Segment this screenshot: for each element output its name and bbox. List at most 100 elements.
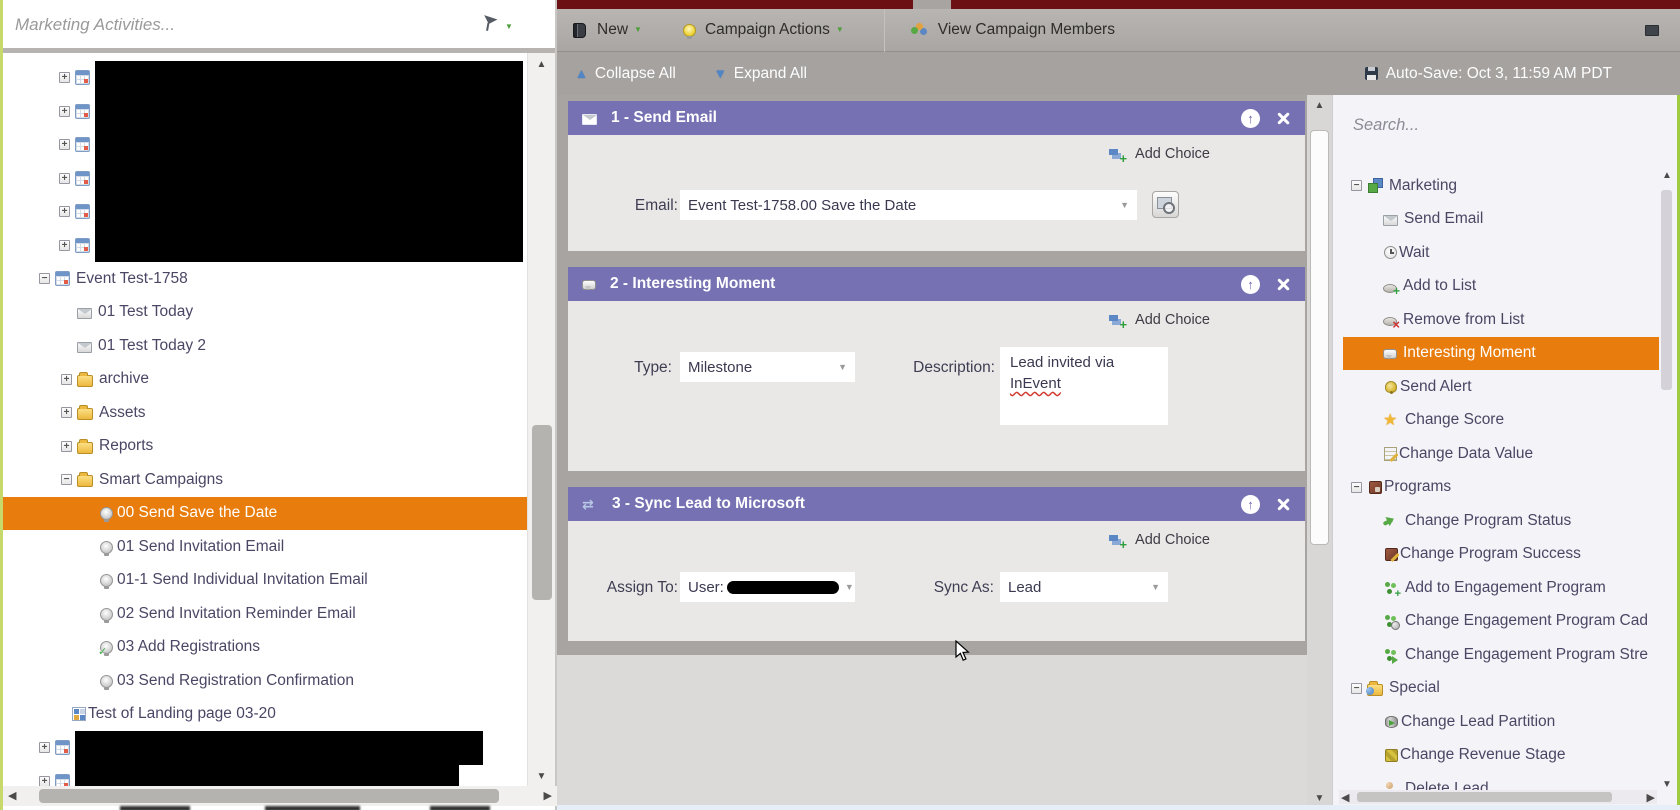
scroll-down-arrow-icon[interactable]: ▼ bbox=[1660, 779, 1674, 790]
tree-item-send-email[interactable]: Send Email bbox=[1343, 203, 1659, 237]
sync-select[interactable]: Lead ▼ bbox=[1000, 572, 1168, 602]
palette-hscroll-thumb[interactable] bbox=[1357, 792, 1612, 802]
tree-item-change-program-status[interactable]: Change Program Status bbox=[1343, 504, 1659, 538]
plus-expander-icon[interactable]: + bbox=[61, 440, 72, 452]
tree-item-reports[interactable]: + Reports bbox=[3, 430, 527, 464]
tree-item-add-to-engagement-program[interactable]: Add to Engagement Program bbox=[1343, 571, 1659, 605]
tree-item-redacted[interactable]: + bbox=[3, 195, 527, 229]
tree-item-special[interactable]: − Special bbox=[1343, 672, 1659, 706]
tree-item-archive[interactable]: + archive bbox=[3, 363, 527, 397]
delete-step-button[interactable] bbox=[1276, 277, 1291, 292]
plus-expander-icon[interactable]: + bbox=[59, 72, 70, 84]
email-picker-button[interactable] bbox=[1152, 191, 1179, 218]
tree-item-redacted[interactable]: + bbox=[3, 61, 527, 95]
tree-item-smart-campaigns[interactable]: − Smart Campaigns bbox=[3, 463, 527, 497]
palette-horizontal-scrollbar[interactable]: ◀ ▶ bbox=[1339, 790, 1657, 804]
tree-item-03-add-registrations[interactable]: 03 Add Registrations bbox=[3, 631, 527, 665]
left-tree-hscroll-thumb[interactable] bbox=[39, 789, 499, 803]
minus-expander-icon[interactable]: − bbox=[39, 273, 50, 285]
scroll-left-arrow-icon[interactable]: ◀ bbox=[8, 789, 16, 802]
scroll-right-arrow-icon[interactable]: ▶ bbox=[544, 789, 552, 802]
tree-item-redacted[interactable]: + bbox=[3, 228, 527, 262]
plus-expander-icon[interactable]: + bbox=[61, 373, 72, 385]
left-tree-vertical-scrollbar[interactable]: ▲ ▼ bbox=[527, 53, 555, 786]
move-step-up-button[interactable] bbox=[1241, 108, 1260, 128]
flow-scroll-thumb[interactable] bbox=[1310, 130, 1329, 545]
add-choice-button[interactable]: Add Choice bbox=[1109, 146, 1210, 166]
delete-step-button[interactable] bbox=[1276, 111, 1291, 126]
tree-item-programs[interactable]: − Programs bbox=[1343, 471, 1659, 505]
plus-expander-icon[interactable]: + bbox=[39, 742, 50, 754]
tree-item-wait[interactable]: Wait bbox=[1343, 236, 1659, 270]
move-step-up-button[interactable] bbox=[1241, 494, 1260, 514]
plus-expander-icon[interactable]: + bbox=[39, 775, 50, 786]
marketing-activities-search-input[interactable] bbox=[15, 10, 415, 40]
palette-vertical-scrollbar[interactable]: ▲ ▼ bbox=[1660, 170, 1674, 790]
scroll-right-arrow-icon[interactable]: ▶ bbox=[1647, 791, 1655, 804]
tree-filter-button[interactable]: ▼ bbox=[481, 13, 515, 37]
flow-vertical-scrollbar[interactable]: ▲ ▼ bbox=[1307, 95, 1332, 810]
tree-item-change-lead-partition[interactable]: Change Lead Partition bbox=[1343, 705, 1659, 739]
plus-expander-icon[interactable]: + bbox=[59, 172, 70, 184]
tree-item-redacted[interactable]: + bbox=[3, 161, 527, 195]
add-choice-button[interactable]: Add Choice bbox=[1109, 532, 1210, 552]
plus-expander-icon[interactable]: + bbox=[59, 239, 70, 251]
flow-step-header[interactable]: 1 - Send Email bbox=[568, 101, 1305, 135]
tree-item-redacted[interactable]: + bbox=[3, 128, 527, 162]
tree-item-01-1-send-individual-invitation-email[interactable]: 01-1 Send Individual Invitation Email bbox=[3, 564, 527, 598]
view-campaign-members-button[interactable]: View Campaign Members bbox=[910, 21, 1115, 39]
tree-item-change-data-value[interactable]: Change Data Value bbox=[1343, 437, 1659, 471]
left-tree-scroll-thumb[interactable] bbox=[532, 425, 552, 600]
assign-select[interactable]: User: ▼ bbox=[680, 572, 855, 602]
tree-item-remove-from-list[interactable]: Remove from List bbox=[1343, 303, 1659, 337]
plus-expander-icon[interactable]: + bbox=[61, 407, 72, 419]
desc-textbox[interactable]: Lead invited via InEvent bbox=[1000, 347, 1168, 425]
delete-step-button[interactable] bbox=[1276, 497, 1291, 512]
type-select[interactable]: Milestone ▼ bbox=[680, 352, 855, 382]
tree-item-redacted[interactable]: + bbox=[3, 94, 527, 128]
tree-item-event-test-1758[interactable]: − Event Test-1758 bbox=[3, 262, 527, 296]
email-select[interactable]: Event Test-1758.00 Save the Date ▼ bbox=[680, 190, 1137, 220]
tree-item-01-test-today-2[interactable]: 01 Test Today 2 bbox=[3, 329, 527, 363]
tree-item-assets[interactable]: + Assets bbox=[3, 396, 527, 430]
scroll-up-arrow-icon[interactable]: ▲ bbox=[1660, 170, 1674, 181]
tree-item-03-send-registration-confirmation[interactable]: 03 Send Registration Confirmation bbox=[3, 664, 527, 698]
tree-item-test-of-landing-page-03-20[interactable]: Test of Landing page 03-20 bbox=[3, 698, 527, 732]
tree-item-01-test-today[interactable]: 01 Test Today bbox=[3, 296, 527, 330]
expand-all-button[interactable]: ▼ Expand All bbox=[714, 65, 807, 83]
move-step-up-button[interactable] bbox=[1241, 274, 1260, 294]
collapse-all-button[interactable]: ▲ Collapse All bbox=[575, 65, 676, 83]
palette-search-input[interactable] bbox=[1353, 111, 1573, 139]
scroll-down-arrow-icon[interactable]: ▼ bbox=[1307, 793, 1332, 804]
add-choice-button[interactable]: Add Choice bbox=[1109, 312, 1210, 332]
tree-item-change-revenue-stage[interactable]: Change Revenue Stage bbox=[1343, 739, 1659, 773]
flow-step-header[interactable]: 2 - Interesting Moment bbox=[568, 267, 1305, 301]
left-tree-horizontal-scrollbar[interactable]: ◀ ▶ bbox=[3, 786, 557, 806]
campaign-actions-button[interactable]: Campaign Actions ▼ bbox=[682, 21, 844, 39]
panel-layout-button[interactable] bbox=[1645, 21, 1664, 41]
new-button[interactable]: New ▼ bbox=[573, 21, 642, 39]
scroll-up-arrow-icon[interactable]: ▲ bbox=[1307, 100, 1332, 111]
tree-item-00-send-save-the-date[interactable]: 00 Send Save the Date bbox=[3, 496, 527, 530]
minus-expander-icon[interactable]: − bbox=[61, 474, 72, 486]
tree-item-redacted[interactable]: + bbox=[3, 731, 527, 765]
minus-expander-icon[interactable]: − bbox=[1351, 180, 1362, 192]
minus-expander-icon[interactable]: − bbox=[1351, 682, 1362, 694]
plus-expander-icon[interactable]: + bbox=[59, 139, 70, 151]
tree-item-add-to-list[interactable]: Add to List bbox=[1343, 270, 1659, 304]
tree-item-change-engagement-program-stre[interactable]: Change Engagement Program Stre bbox=[1343, 638, 1659, 672]
scroll-down-arrow-icon[interactable]: ▼ bbox=[528, 771, 555, 782]
minus-expander-icon[interactable]: − bbox=[1351, 481, 1362, 493]
flow-step-header[interactable]: 3 - Sync Lead to Microsoft bbox=[568, 487, 1305, 521]
palette-scroll-thumb[interactable] bbox=[1661, 190, 1672, 390]
tree-item-change-score[interactable]: Change Score bbox=[1343, 404, 1659, 438]
tree-item-send-alert[interactable]: Send Alert bbox=[1343, 370, 1659, 404]
tree-item-02-send-invitation-reminder-email[interactable]: 02 Send Invitation Reminder Email bbox=[3, 597, 527, 631]
tree-item-redacted[interactable]: + bbox=[3, 764, 527, 786]
scroll-up-arrow-icon[interactable]: ▲ bbox=[528, 59, 555, 70]
tree-item-change-program-success[interactable]: Change Program Success bbox=[1343, 538, 1659, 572]
tree-item-change-engagement-program-cad[interactable]: Change Engagement Program Cad bbox=[1343, 605, 1659, 639]
tree-item-marketing[interactable]: − Marketing bbox=[1343, 169, 1659, 203]
scroll-left-arrow-icon[interactable]: ◀ bbox=[1341, 791, 1349, 804]
plus-expander-icon[interactable]: + bbox=[59, 206, 70, 218]
